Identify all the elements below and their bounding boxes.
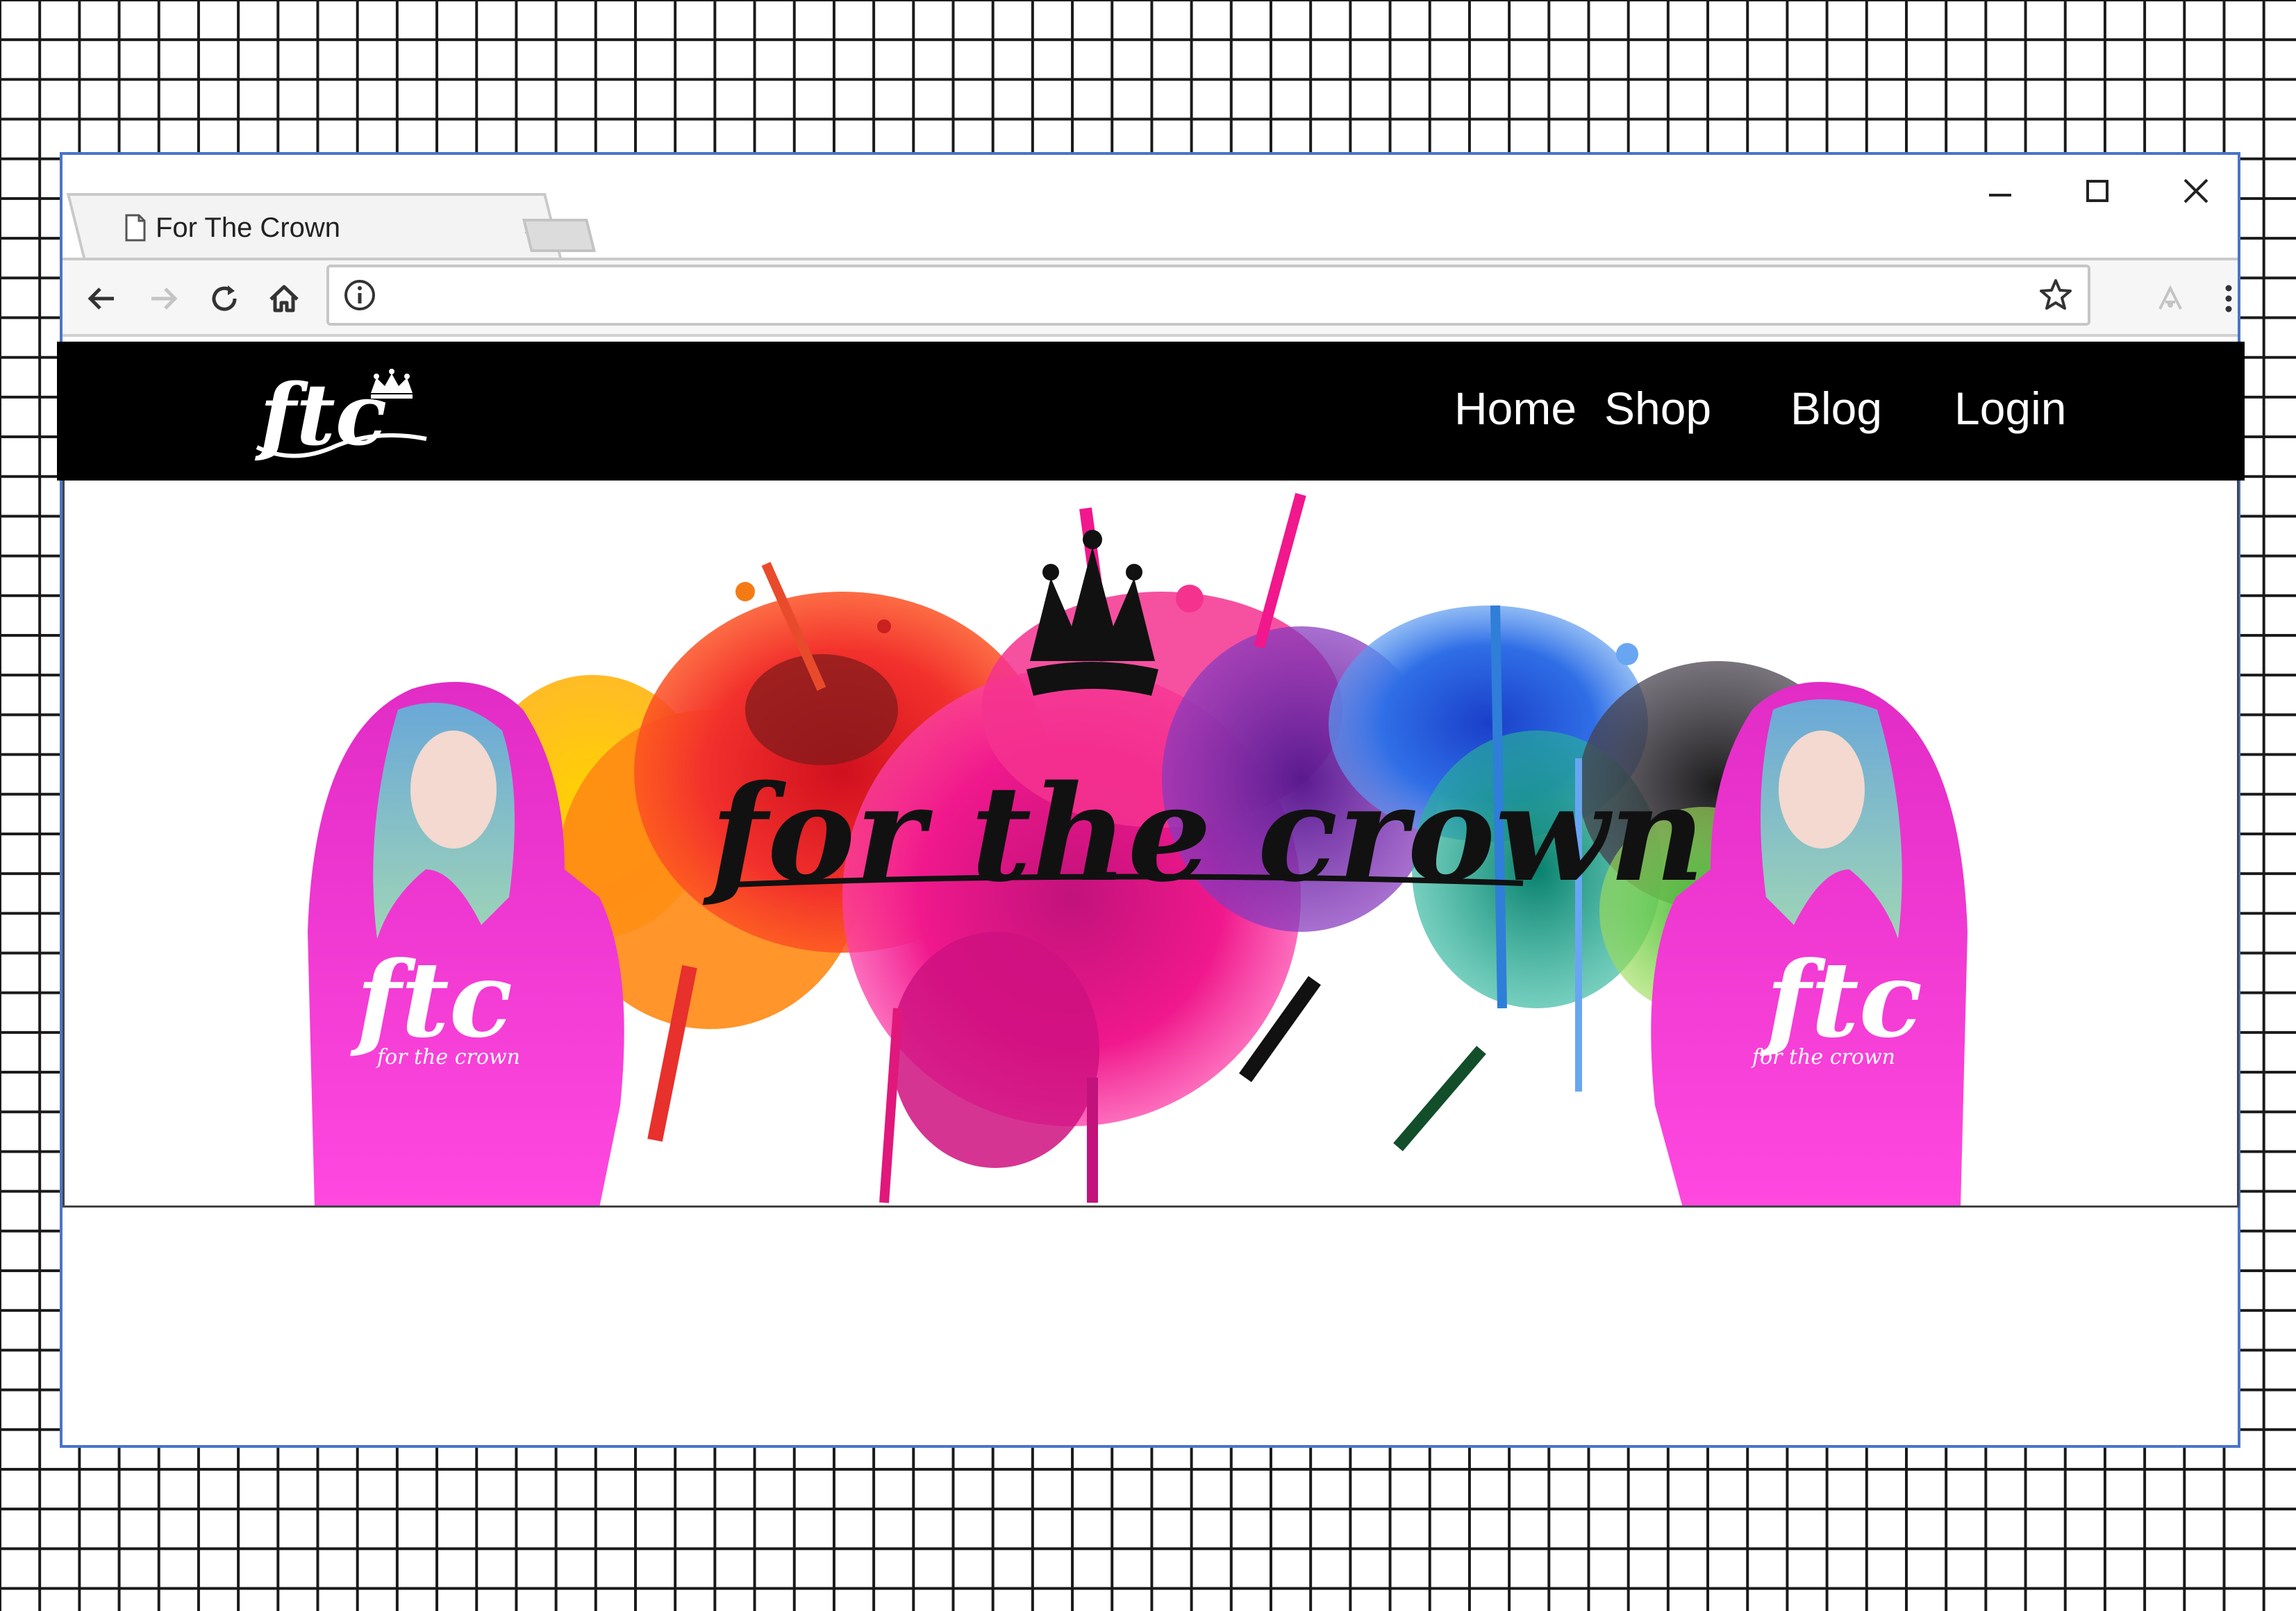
new-tab-button[interactable]: [522, 219, 596, 252]
forward-arrow-icon[interactable]: [146, 281, 181, 316]
extension-icon[interactable]: [2153, 281, 2188, 316]
home-icon[interactable]: [267, 281, 301, 316]
maximize-icon[interactable]: [2077, 172, 2118, 213]
hoodie-logo-left: ftc: [350, 939, 513, 1061]
title-bar: For The Crown: [63, 155, 2238, 260]
menu-dots-icon[interactable]: [2211, 281, 2246, 316]
nav-home[interactable]: Home: [1454, 382, 1577, 435]
nav-blog[interactable]: Blog: [1790, 382, 1882, 435]
hoodie-text-left: for the crown: [376, 1045, 520, 1069]
window-close-icon[interactable]: [2175, 172, 2217, 213]
tab-title: For The Crown: [156, 212, 341, 243]
page-icon: [125, 214, 146, 242]
address-bar[interactable]: [326, 265, 2090, 326]
nav-login[interactable]: Login: [1954, 382, 2067, 435]
reload-icon[interactable]: [207, 281, 242, 316]
info-icon[interactable]: [342, 277, 378, 313]
back-arrow-icon[interactable]: [85, 281, 119, 316]
star-icon[interactable]: [2038, 277, 2074, 313]
website: ftc Home Shop Blog Login for the crown f…: [57, 342, 2245, 1372]
site-navbar: ftc Home Shop Blog Login: [57, 342, 2245, 481]
hero-wordmark: for the crown: [702, 756, 1705, 911]
hoodie-text-right: for the crown: [1751, 1045, 1895, 1069]
nav-shop[interactable]: Shop: [1604, 382, 1711, 435]
hoodie-logo-right: ftc: [1760, 939, 1922, 1061]
hero-image: for the crown ftc for the crown ftc for …: [308, 492, 1968, 1205]
minimize-icon[interactable]: [1979, 172, 2021, 213]
site-logo[interactable]: ftc: [253, 362, 433, 467]
browser-window: For The Crown ftc Home Shop Blog Login f…: [57, 152, 2245, 1448]
svg-text:for the crown: for the crown: [702, 756, 1705, 911]
crown-icon: [1026, 530, 1158, 696]
hero-banner: for the crown ftc for the crown ftc for …: [63, 481, 2239, 1208]
address-input[interactable]: [385, 277, 2027, 315]
tab-content[interactable]: For The Crown: [117, 197, 561, 259]
logo-text: ftc: [254, 365, 387, 465]
